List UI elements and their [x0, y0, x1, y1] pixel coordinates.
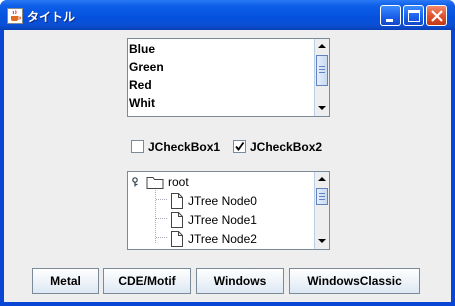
tree-node-label: JTree Node0 — [188, 194, 257, 208]
maximize-icon — [408, 10, 420, 22]
checkbox-2-label: JCheckBox2 — [250, 140, 323, 154]
node-tree[interactable]: root JTree Node0 JTree Node1 JTree Node2 — [127, 171, 330, 250]
minimize-icon — [386, 19, 393, 22]
scroll-down-button[interactable] — [315, 101, 329, 116]
checkbox-2-box[interactable] — [233, 140, 246, 153]
close-icon — [431, 10, 443, 22]
file-icon — [171, 212, 183, 228]
close-button[interactable] — [426, 5, 447, 26]
minimize-button[interactable] — [380, 5, 401, 26]
folder-icon — [146, 177, 164, 189]
title-bar[interactable]: タイトル — [0, 0, 455, 30]
arrow-up-icon — [318, 177, 326, 181]
tree-node-label: JTree Node2 — [188, 232, 257, 246]
scroll-up-button[interactable] — [315, 172, 329, 187]
expand-key-icon[interactable] — [132, 177, 142, 187]
window-title: タイトル — [27, 10, 76, 24]
list-item[interactable]: Blue — [129, 40, 313, 58]
checkmark-icon — [235, 141, 245, 151]
arrow-down-icon — [318, 239, 326, 243]
scroll-thumb[interactable] — [316, 188, 328, 205]
tree-node-label: JTree Node1 — [188, 213, 257, 227]
scroll-up-button[interactable] — [315, 39, 329, 54]
java-cup-icon — [7, 8, 23, 24]
checkbox-1-box[interactable] — [131, 140, 144, 153]
maximize-button[interactable] — [403, 5, 424, 26]
windows-classic-button[interactable]: WindowsClassic — [289, 268, 420, 294]
app-window: タイトル Blue Green Red Whit JCheckBox1 JChe… — [0, 0, 455, 306]
list-item[interactable]: Red — [129, 76, 313, 94]
list-item[interactable]: Whit — [129, 94, 313, 112]
scroll-down-button[interactable] — [315, 234, 329, 249]
arrow-down-icon — [318, 106, 326, 110]
tree-scrollbar[interactable] — [314, 172, 329, 249]
file-icon — [171, 193, 183, 209]
windows-button[interactable]: Windows — [196, 268, 284, 294]
file-icon — [171, 231, 183, 247]
checkbox-1-label: JCheckBox1 — [148, 140, 221, 154]
color-list[interactable]: Blue Green Red Whit — [127, 38, 330, 117]
motif-button[interactable]: CDE/Motif — [103, 268, 191, 294]
arrow-up-icon — [318, 44, 326, 48]
tree-node-label: root — [168, 175, 189, 189]
checkbox-2[interactable]: JCheckBox2 — [233, 139, 329, 155]
scroll-thumb[interactable] — [316, 55, 328, 86]
checkbox-1[interactable]: JCheckBox1 — [131, 139, 227, 155]
metal-button[interactable]: Metal — [32, 268, 99, 294]
list-item[interactable]: Green — [129, 58, 313, 76]
list-scrollbar[interactable] — [314, 39, 329, 116]
content-pane: Blue Green Red Whit JCheckBox1 JCheckBox… — [4, 30, 451, 302]
